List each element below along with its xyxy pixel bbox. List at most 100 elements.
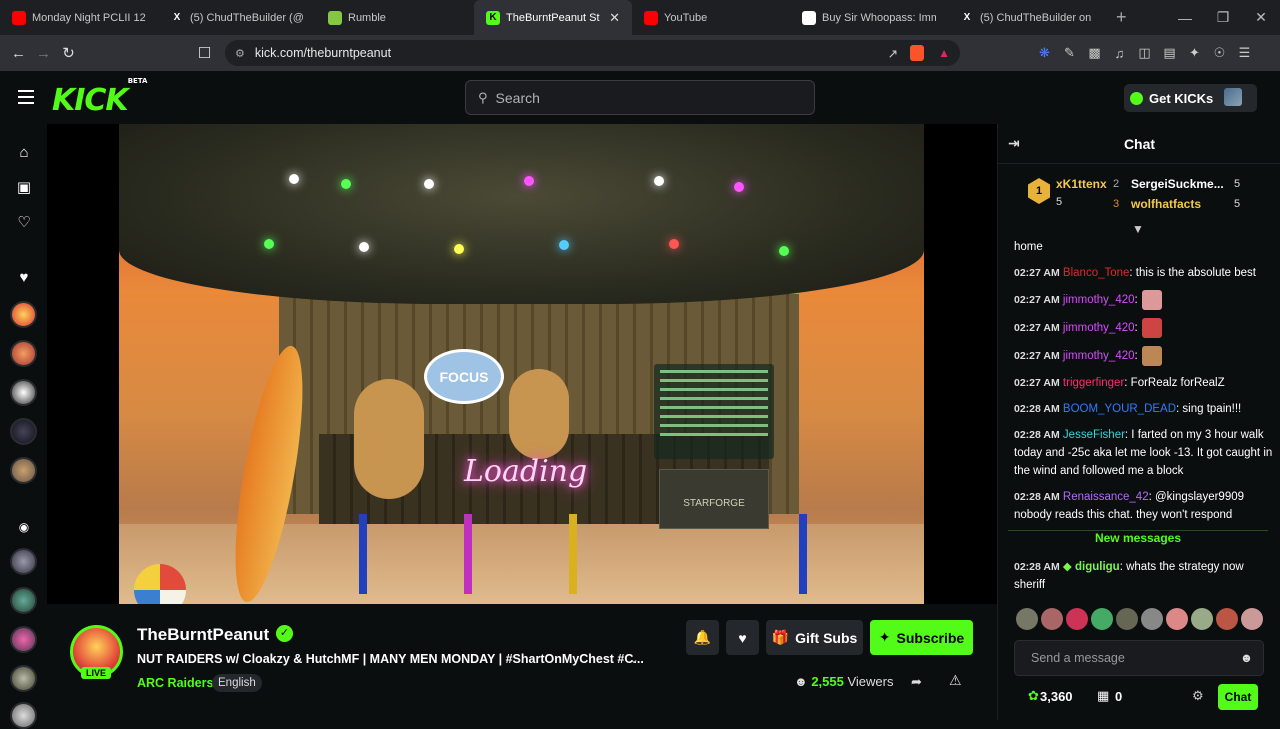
brave-shields-icon[interactable] <box>910 45 924 61</box>
chatter-avatar[interactable] <box>1166 608 1188 630</box>
browser-tab[interactable]: X (5) ChudTheBuilder on X: <box>948 0 1106 35</box>
kick-logo[interactable]: KICKBETA <box>52 77 147 118</box>
followed-channel-avatar[interactable] <box>10 301 37 328</box>
tab-search-icon[interactable]: ▩ <box>1086 45 1103 61</box>
followed-channel-avatar[interactable] <box>10 418 37 445</box>
vpn-icon[interactable]: ❋ <box>1036 45 1053 61</box>
browse-icon[interactable]: ▣ <box>15 179 33 197</box>
send-chat-button[interactable]: Chat <box>1218 684 1258 710</box>
stream-video[interactable]: FOCUS STARFORGE Loading <box>119 124 924 604</box>
message-user[interactable]: Blanco_Tone <box>1063 267 1130 279</box>
leo-icon[interactable]: ✦ <box>1186 45 1203 61</box>
gifter-name[interactable]: wolfhatfacts <box>1131 197 1201 211</box>
recommended-channel-avatar[interactable] <box>10 587 37 614</box>
gifter-name[interactable]: xK1ttenx <box>1056 177 1107 191</box>
message-user[interactable]: jimmothy_420 <box>1063 322 1135 334</box>
site-settings-icon[interactable]: ⚙ <box>235 47 245 60</box>
close-tab-icon[interactable]: ✕ <box>609 10 620 26</box>
emote-icon[interactable]: ☻ <box>1240 651 1253 665</box>
report-icon[interactable]: ⚠ <box>949 672 962 689</box>
gift-count[interactable]: 0 <box>1115 689 1122 704</box>
thatched-roof-graphic <box>119 124 924 304</box>
gifter-count: 5 <box>1234 178 1241 190</box>
followed-channel-avatar[interactable] <box>10 379 37 406</box>
close-window-icon[interactable]: ✕ <box>1242 9 1280 26</box>
gifter-name[interactable]: SergeiSuckme... <box>1131 177 1224 191</box>
chatter-avatar[interactable] <box>1091 608 1113 630</box>
follow-button[interactable]: ♥ <box>726 620 759 655</box>
forward-icon[interactable]: → <box>31 45 56 62</box>
wallet-icon[interactable]: ▤ <box>1161 45 1178 61</box>
subscribe-button[interactable]: ✦ Subscribe <box>870 620 973 655</box>
browser-tab[interactable]: YouTube <box>632 0 790 35</box>
vpn-shield-icon[interactable]: ☉ <box>1211 45 1228 61</box>
chatter-avatar[interactable] <box>1116 608 1138 630</box>
bar-stool-graphic <box>799 514 807 594</box>
url-text: kick.com/theburntpeanut <box>254 46 392 60</box>
url-field[interactable]: ⚙ kick.com/theburntpeanut ↗ ▲ <box>225 40 960 66</box>
chatter-avatar[interactable] <box>1141 608 1163 630</box>
chatter-avatar[interactable] <box>1216 608 1238 630</box>
media-icon[interactable]: ♫ <box>1111 46 1128 61</box>
collapse-chat-icon[interactable]: ⇥ <box>1008 135 1020 152</box>
message-user[interactable]: BOOM_YOUR_DEAD <box>1063 403 1176 415</box>
extensions-icon[interactable]: ✎ <box>1061 45 1078 61</box>
chat-settings-icon[interactable]: ⚙ <box>1192 688 1204 704</box>
user-avatar[interactable] <box>1224 88 1242 106</box>
message-text: : <box>1134 322 1138 335</box>
browser-tab[interactable]: Monday Night PCLII 12.29 <box>0 0 158 35</box>
browser-tab[interactable]: Buy Sir Whoopass: Immor <box>790 0 948 35</box>
message-user[interactable]: diguligu <box>1075 561 1120 573</box>
message-user[interactable]: jimmothy_420 <box>1063 350 1135 362</box>
language-tag[interactable]: English <box>212 674 262 692</box>
category-link[interactable]: ARC Raiders <box>137 676 213 690</box>
message-user[interactable]: triggerfinger <box>1063 377 1124 389</box>
message-user[interactable]: Renaissance_42 <box>1063 491 1149 503</box>
menu-icon[interactable]: ☰ <box>1236 45 1253 61</box>
message-user[interactable]: JesseFisher <box>1063 429 1125 441</box>
sidebar-icon[interactable]: ◫ <box>1136 45 1153 61</box>
emote-image <box>1141 290 1162 310</box>
home-icon[interactable]: ⌂ <box>15 144 33 162</box>
following-icon[interactable]: ♡ <box>15 214 33 232</box>
browser-tab[interactable]: Rumble <box>316 0 474 35</box>
browser-tab[interactable]: K TheBurntPeanut St ✕ <box>474 0 632 35</box>
bell-icon: 🔔 <box>693 629 712 645</box>
video-player[interactable]: FOCUS STARFORGE Loading <box>47 124 997 604</box>
brave-rewards-icon[interactable]: ▲ <box>938 46 950 60</box>
channel-points[interactable]: 3,360 <box>1040 689 1073 704</box>
share-icon[interactable]: ➦ <box>911 674 922 690</box>
followed-channel-avatar[interactable] <box>10 457 37 484</box>
left-sidebar: ⌂ ▣ ♡ ♥ ◉ <box>0 124 47 729</box>
notification-bell-button[interactable]: 🔔 <box>686 620 719 655</box>
recommended-channel-avatar[interactable] <box>10 665 37 692</box>
recommended-channel-avatar[interactable] <box>10 548 37 575</box>
recommended-channel-avatar[interactable] <box>10 626 37 653</box>
browser-tab[interactable]: X (5) ChudTheBuilder (@Chu <box>158 0 316 35</box>
chevron-down-icon[interactable]: ⌄ <box>629 652 639 666</box>
search-input[interactable]: ⚲ Search <box>465 80 815 115</box>
chatter-avatar[interactable] <box>1066 608 1088 630</box>
bookmark-icon[interactable]: ☐ <box>192 44 217 62</box>
channel-name[interactable]: TheBurntPeanut <box>137 625 269 645</box>
gift-subs-button[interactable]: 🎁 Gift Subs <box>766 620 863 655</box>
chatter-avatar[interactable] <box>1041 608 1063 630</box>
chatter-avatar[interactable] <box>1191 608 1213 630</box>
recommended-channel-avatar[interactable] <box>10 702 37 729</box>
new-tab-icon[interactable]: + <box>1106 7 1137 28</box>
maximize-icon[interactable]: ❐ <box>1204 9 1242 26</box>
share-page-icon[interactable]: ↗ <box>888 46 898 61</box>
chat-message-input[interactable]: Send a message ☻ <box>1014 640 1264 676</box>
minimize-icon[interactable]: — <box>1166 10 1204 26</box>
chatter-avatar[interactable] <box>1016 608 1038 630</box>
followed-channel-avatar[interactable] <box>10 340 37 367</box>
reload-icon[interactable]: ↻ <box>56 44 81 62</box>
chat-message: 02:28 AM BOOM_YOUR_DEAD: sing tpain!!! <box>1014 400 1274 418</box>
pinned-expand-icon[interactable]: ▼ <box>1132 222 1144 236</box>
hamburger-menu-icon[interactable] <box>18 90 34 104</box>
new-messages-divider[interactable]: New messages <box>1008 530 1268 545</box>
gifter-rank-badge: 2 <box>1113 178 1120 190</box>
back-icon[interactable]: ← <box>6 45 31 62</box>
chatter-avatar[interactable] <box>1241 608 1263 630</box>
message-user[interactable]: jimmothy_420 <box>1063 294 1135 306</box>
